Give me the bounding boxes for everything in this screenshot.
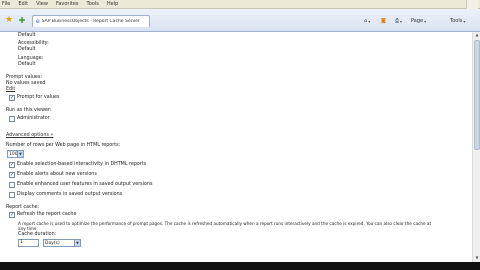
scrollbar-thumb[interactable] (474, 40, 480, 150)
feeds-button[interactable]: ◙ (381, 16, 386, 26)
default-value-1: Default (18, 33, 36, 38)
accessibility-value: Default (18, 47, 36, 52)
page-menu-button[interactable]: Page ▾ (411, 16, 426, 26)
browser-tab[interactable]: e SAP BusinessObjects - Report Cache Ser… (32, 15, 150, 27)
windows-logo-icon (466, 0, 478, 9)
administrator-checkbox[interactable] (9, 116, 15, 122)
feeds-icon: ◙ (381, 18, 386, 24)
language-label: Language: (18, 56, 44, 61)
prompt-values-heading: Prompt values: (6, 75, 42, 80)
page-menu-label: Page (411, 18, 424, 24)
scroll-up-icon[interactable]: ▲ (473, 32, 480, 39)
menu-file[interactable]: File (2, 1, 10, 7)
menu-tools[interactable]: Tools (87, 1, 99, 7)
refresh-cache-checkbox[interactable]: ✓ (9, 212, 15, 218)
enhanced-features-checkbox[interactable] (9, 182, 15, 188)
no-values-saved-text: No values saved (6, 81, 46, 86)
options-page: Default Accessibility: Default Language:… (0, 32, 472, 262)
language-value: Default (18, 62, 36, 67)
run-as-heading: Run as this viewer: (6, 108, 52, 113)
tools-menu-label: Tools (450, 18, 463, 24)
alerts-new-versions-label: Enable alerts about new versions (17, 172, 97, 177)
favorites-star-icon[interactable]: ★ (4, 14, 14, 26)
print-icon: ⎙ (395, 18, 400, 24)
edit-prompts-link[interactable]: Edit (6, 87, 15, 92)
menu-help[interactable]: Help (107, 1, 118, 7)
prompt-for-values-checkbox[interactable]: ✓ (9, 95, 15, 101)
display-comments-checkbox[interactable] (9, 192, 15, 198)
advanced-options-link[interactable]: Advanced options » (6, 133, 53, 138)
cache-duration-value: 1 (20, 240, 23, 245)
menu-bar: File Edit View Favorites Tools Help (0, 0, 480, 9)
scroll-down-icon[interactable]: ▼ (473, 255, 480, 262)
cache-unit-select[interactable]: Day(s) ▼ (43, 239, 81, 247)
vertical-scrollbar[interactable]: ▲ ▼ (472, 32, 480, 262)
menu-view[interactable]: View (36, 1, 48, 7)
status-bar (0, 262, 480, 270)
administrator-label: Administrator (17, 116, 50, 121)
cache-duration-input[interactable]: 1 (18, 239, 39, 247)
report-cache-heading: Report cache: (6, 205, 40, 210)
refresh-cache-label: Refresh the report cache (17, 212, 77, 217)
alerts-new-versions-checkbox[interactable]: ✓ (9, 172, 15, 178)
chevron-down-icon: ▼ (17, 151, 23, 157)
selection-interactivity-label: Enable selection-based interactivity in … (17, 162, 147, 167)
rows-per-page-label: Number of rows per Web page in HTML repo… (6, 143, 121, 148)
ie-page-icon: e (36, 18, 40, 25)
enhanced-features-label: Enable enhanced user features in saved o… (17, 182, 153, 187)
cache-description-line-1: A report cache is used to optimize the p… (18, 221, 432, 226)
cache-unit-value: Day(s) (45, 240, 60, 246)
rows-per-page-select[interactable]: 100 ▼ (7, 150, 24, 158)
home-icon: ⌂ (364, 18, 368, 24)
chevron-down-icon: ▼ (74, 240, 80, 246)
home-button[interactable]: ⌂ ▾ (364, 16, 370, 26)
accessibility-label: Accessibility: (18, 41, 49, 46)
cache-description-line-2: any time. (18, 226, 38, 231)
cache-duration-label: Cache duration: (18, 232, 57, 237)
tab-title: SAP BusinessObjects - Report Cache Serve… (41, 19, 140, 24)
add-favorites-icon[interactable]: ✚ (16, 14, 28, 26)
menu-favorites[interactable]: Favorites (56, 1, 79, 7)
print-button[interactable]: ⎙ ▾ (395, 16, 402, 26)
menu-edit[interactable]: Edit (18, 1, 28, 7)
prompt-for-values-label: Prompt for values (17, 95, 60, 100)
tools-menu-button[interactable]: Tools ▾ (450, 16, 465, 26)
display-comments-label: Display comments in saved output version… (17, 192, 123, 197)
browser-toolbar: ★ ✚ e SAP BusinessObjects - Report Cache… (0, 9, 480, 32)
selection-interactivity-checkbox[interactable]: ✓ (9, 162, 15, 168)
